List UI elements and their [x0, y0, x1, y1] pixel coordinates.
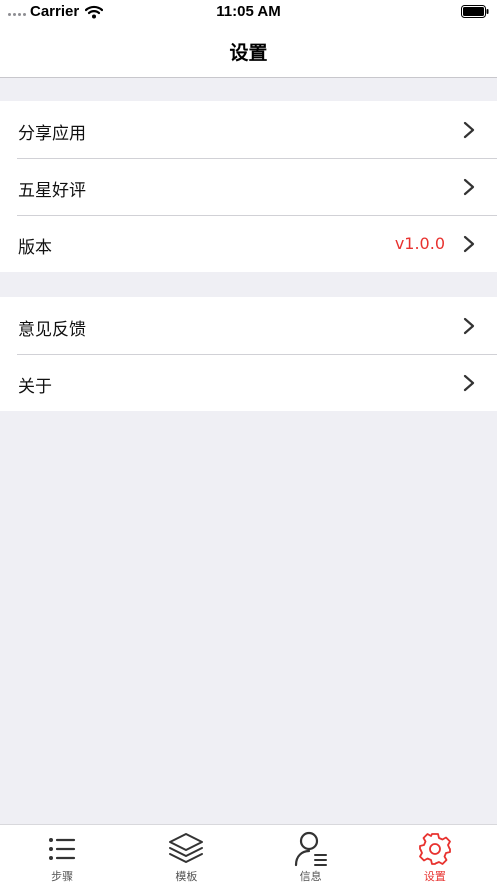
- row-label: 分享应用: [18, 124, 86, 144]
- row-five-star-review[interactable]: 五星好评: [0, 158, 497, 215]
- row-version[interactable]: 版本 v1.0.0: [0, 215, 497, 272]
- status-bar: Carrier 11:05 AM: [0, 0, 497, 24]
- list-icon: [49, 838, 76, 860]
- chevron-right-icon: [463, 374, 475, 392]
- chevron-right-icon: [463, 235, 475, 253]
- row-share-app[interactable]: 分享应用: [0, 101, 497, 158]
- row-label: 关于: [18, 377, 52, 397]
- row-label: 五星好评: [18, 181, 86, 201]
- page-title: 设置: [229, 42, 268, 64]
- tab-steps[interactable]: 步骤: [0, 825, 124, 884]
- user-info-icon: [294, 831, 327, 867]
- gear-icon: [418, 833, 451, 865]
- layers-icon: [169, 833, 204, 863]
- tab-bar: 步骤 模板 信息 设置: [0, 824, 497, 884]
- tab-settings[interactable]: 设置: [373, 825, 497, 884]
- tab-info[interactable]: 信息: [249, 825, 373, 884]
- tab-label: 模板: [175, 870, 198, 883]
- version-value: v1.0.0: [394, 234, 445, 253]
- tab-label: 步骤: [51, 870, 74, 883]
- tab-label: 信息: [299, 870, 322, 883]
- chevron-right-icon: [463, 121, 475, 139]
- row-label: 意见反馈: [18, 320, 86, 340]
- row-about[interactable]: 关于: [0, 354, 497, 411]
- row-feedback[interactable]: 意见反馈: [0, 297, 497, 354]
- row-label: 版本: [18, 238, 52, 258]
- navigation-bar: 设置: [0, 24, 497, 78]
- tab-label: 设置: [423, 870, 446, 883]
- battery-icon: [461, 5, 489, 18]
- settings-group-2: 意见反馈 关于: [0, 297, 497, 411]
- tab-templates[interactable]: 模板: [124, 825, 248, 884]
- chevron-right-icon: [463, 178, 475, 196]
- chevron-right-icon: [463, 317, 475, 335]
- settings-group-1: 分享应用 五星好评 版本 v1.0.0: [0, 101, 497, 272]
- status-time: 11:05 AM: [216, 3, 281, 20]
